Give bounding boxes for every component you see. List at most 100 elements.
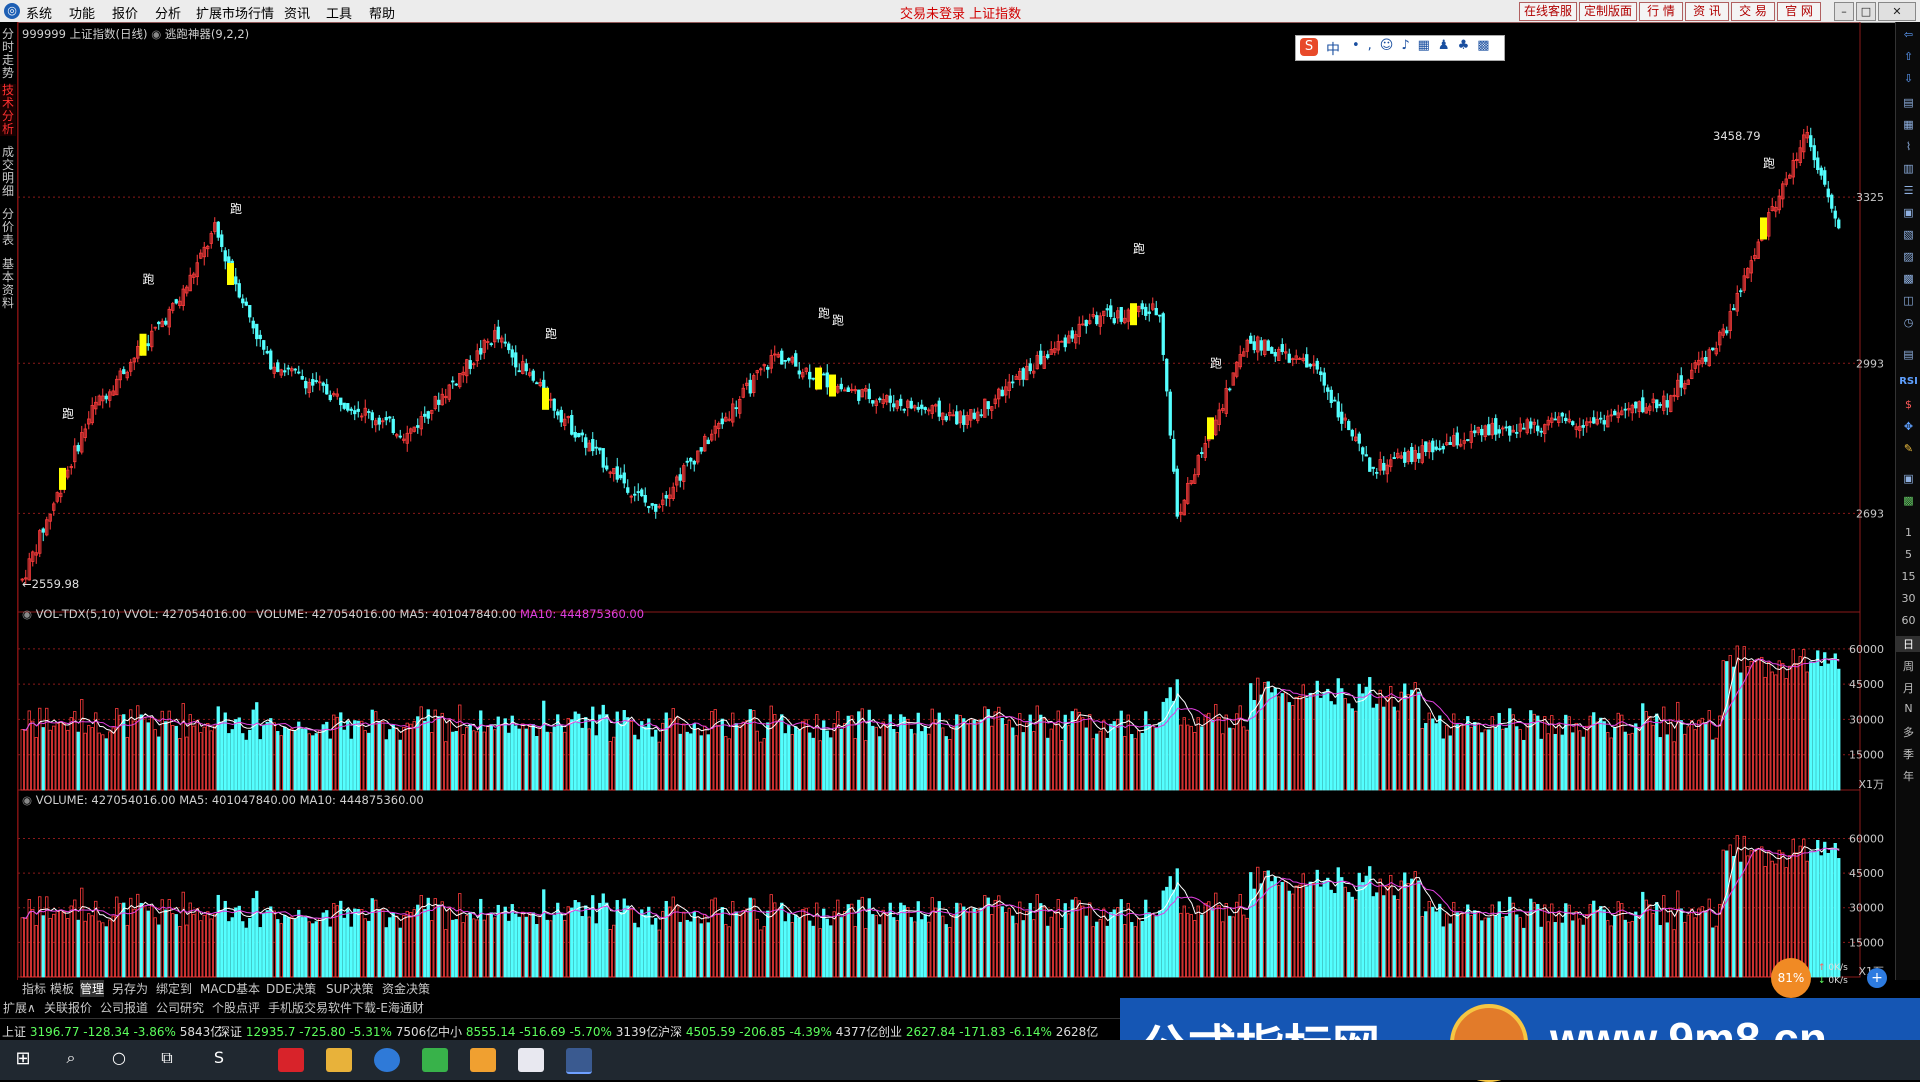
menu-function[interactable]: 功能	[69, 3, 95, 22]
panel-toggle-icon[interactable]: ◉	[22, 793, 32, 807]
move-icon[interactable]: ✥	[1896, 420, 1920, 433]
grid-icon[interactable]: ▤	[1896, 96, 1920, 109]
f10-icon[interactable]: ▣	[1896, 206, 1920, 219]
btab2-expand[interactable]: 扩展∧	[3, 999, 36, 1016]
period-15min[interactable]: 15	[1896, 570, 1920, 583]
cortana-icon[interactable]: ○	[106, 1048, 132, 1072]
btab-template[interactable]: 模板	[50, 980, 74, 997]
btab-sup[interactable]: SUP决策	[326, 980, 374, 997]
trade-button[interactable]: 交 易	[1731, 2, 1775, 21]
rsi-button[interactable]: RSI	[1896, 376, 1920, 387]
close-icon[interactable]: ✕	[1878, 2, 1916, 21]
period-5min[interactable]: 5	[1896, 548, 1920, 561]
chart-icon[interactable]: ◫	[1896, 294, 1920, 307]
network-speed-gauge[interactable]: 81%	[1771, 958, 1811, 998]
period-quarter[interactable]: 季	[1896, 746, 1920, 762]
menu-system[interactable]: 系统	[26, 3, 52, 22]
maximize-icon[interactable]: □	[1856, 2, 1876, 21]
btab-manage[interactable]: 管理	[80, 980, 105, 997]
add-icon[interactable]: +	[1867, 968, 1887, 988]
period-month[interactable]: 月	[1896, 680, 1920, 696]
period-n[interactable]: N	[1896, 702, 1920, 715]
candle-body	[878, 398, 882, 401]
online-service-button[interactable]: 在线客服	[1519, 2, 1577, 21]
btab-fund[interactable]: 资金决策	[382, 980, 430, 997]
clock-icon[interactable]: ◷	[1896, 316, 1920, 329]
ime-mode-label[interactable]: 中	[1326, 39, 1340, 59]
market-button[interactable]: 行 情	[1639, 2, 1683, 21]
btab2-related-quote[interactable]: 关联报价	[44, 999, 92, 1016]
period-multi[interactable]: 多	[1896, 724, 1920, 740]
money-icon[interactable]: $	[1896, 398, 1920, 411]
arrow-up-icon[interactable]: ⇧	[1896, 50, 1920, 63]
status-hs[interactable]: 沪深 4505.59 -206.85 -4.39% 4377亿	[658, 1023, 878, 1040]
search-icon[interactable]: ⌕	[58, 1048, 84, 1072]
period-week[interactable]: 周	[1896, 658, 1920, 674]
list-icon[interactable]: ☰	[1896, 184, 1920, 197]
btab-dde[interactable]: DDE决策	[266, 980, 316, 997]
news-button[interactable]: 资 讯	[1685, 2, 1729, 21]
volume-bar	[1130, 922, 1134, 978]
note-icon[interactable]: ▨	[1896, 250, 1920, 263]
menu-quote[interactable]: 报价	[112, 3, 138, 22]
tab-technical[interactable]: 技术分析	[0, 84, 16, 136]
menu-analysis[interactable]: 分析	[155, 3, 181, 22]
btab-macd[interactable]: MACD基本	[200, 980, 260, 997]
website-button[interactable]: 官 网	[1777, 2, 1821, 21]
volume-bar	[1784, 678, 1788, 791]
ime-tool-icons[interactable]: •,☺♪▦♟♣▩	[1352, 38, 1498, 53]
ime-toolbar[interactable]: S 中 •,☺♪▦♟♣▩	[1295, 35, 1505, 61]
tab-basic-info[interactable]: 基本资料	[0, 258, 16, 310]
report-icon[interactable]: ▩	[1896, 272, 1920, 285]
menu-help[interactable]: 帮助	[369, 3, 395, 22]
period-30min[interactable]: 30	[1896, 592, 1920, 605]
btab2-stock-comment[interactable]: 个股点评	[212, 999, 260, 1016]
task-view-icon[interactable]: ⧉	[154, 1048, 180, 1072]
windows-start-icon[interactable]: ⊞	[10, 1048, 36, 1072]
status-cy[interactable]: 创业 2627.84 -171.83 -6.14% 2628亿	[878, 1023, 1098, 1040]
menu-ext-market[interactable]: 扩展市场行情	[196, 3, 274, 22]
mail-app-icon[interactable]	[518, 1048, 544, 1072]
browser-icon[interactable]	[374, 1048, 400, 1072]
period-1min[interactable]: 1	[1896, 526, 1920, 539]
btab2-company-news[interactable]: 公司报道	[100, 999, 148, 1016]
period-day[interactable]: 日	[1896, 636, 1920, 652]
volume-bar	[720, 718, 724, 791]
indicator-toggle-icon[interactable]: ◉	[151, 27, 161, 41]
panel-toggle-icon[interactable]: ◉	[22, 607, 32, 621]
btab2-mobile-download[interactable]: 手机版交易软件下载-E海通财	[268, 999, 424, 1016]
image-icon[interactable]: ▩	[1896, 494, 1920, 507]
fs-icon[interactable]: ▣	[1896, 472, 1920, 485]
status-sz[interactable]: 深证 12935.7 -725.80 -5.31% 7506亿	[218, 1023, 438, 1040]
period-60min[interactable]: 60	[1896, 614, 1920, 627]
period-year[interactable]: 年	[1896, 768, 1920, 784]
btab-bind[interactable]: 绑定到	[156, 980, 192, 997]
paint-app-icon[interactable]	[470, 1048, 496, 1072]
menu-tools[interactable]: 工具	[326, 3, 352, 22]
chart-canvas[interactable]: 跑跑跑跑跑跑跑跑跑 60000450003000015000X1万 600004…	[18, 22, 1895, 980]
calc-icon[interactable]: ▤	[1896, 348, 1920, 361]
trading-app-icon[interactable]	[566, 1048, 592, 1074]
minimize-icon[interactable]: –	[1834, 2, 1854, 21]
status-sh[interactable]: 上证 3196.77 -128.34 -3.86% 5843亿	[2, 1023, 222, 1040]
btab2-company-research[interactable]: 公司研究	[156, 999, 204, 1016]
btab-save-as[interactable]: 另存为	[112, 980, 148, 997]
tab-timeshare[interactable]: 分时走势	[0, 28, 16, 80]
tab-trades[interactable]: 成交明细	[0, 146, 16, 198]
arrow-down-icon[interactable]: ⇩	[1896, 72, 1920, 85]
line-chart-icon[interactable]: ⌇	[1896, 140, 1920, 153]
custom-layout-button[interactable]: 定制版面	[1579, 2, 1637, 21]
table-icon[interactable]: ▦	[1896, 118, 1920, 131]
menu-news[interactable]: 资讯	[284, 3, 310, 22]
sogou-taskbar-icon[interactable]: S	[206, 1048, 232, 1072]
arrow-left-icon[interactable]: ⇦	[1896, 28, 1920, 41]
red-app-icon[interactable]	[278, 1048, 304, 1072]
doc-icon[interactable]: ▧	[1896, 228, 1920, 241]
pencil-icon[interactable]: ✎	[1896, 442, 1920, 455]
tab-price-table[interactable]: 分价表	[0, 208, 16, 247]
status-smb[interactable]: 中小 8555.14 -516.69 -5.70% 3139亿	[438, 1023, 658, 1040]
file-explorer-icon[interactable]	[326, 1048, 352, 1072]
media-player-icon[interactable]	[422, 1048, 448, 1072]
kline-icon[interactable]: ▥	[1896, 162, 1920, 175]
btab-indicator[interactable]: 指标	[22, 980, 46, 997]
